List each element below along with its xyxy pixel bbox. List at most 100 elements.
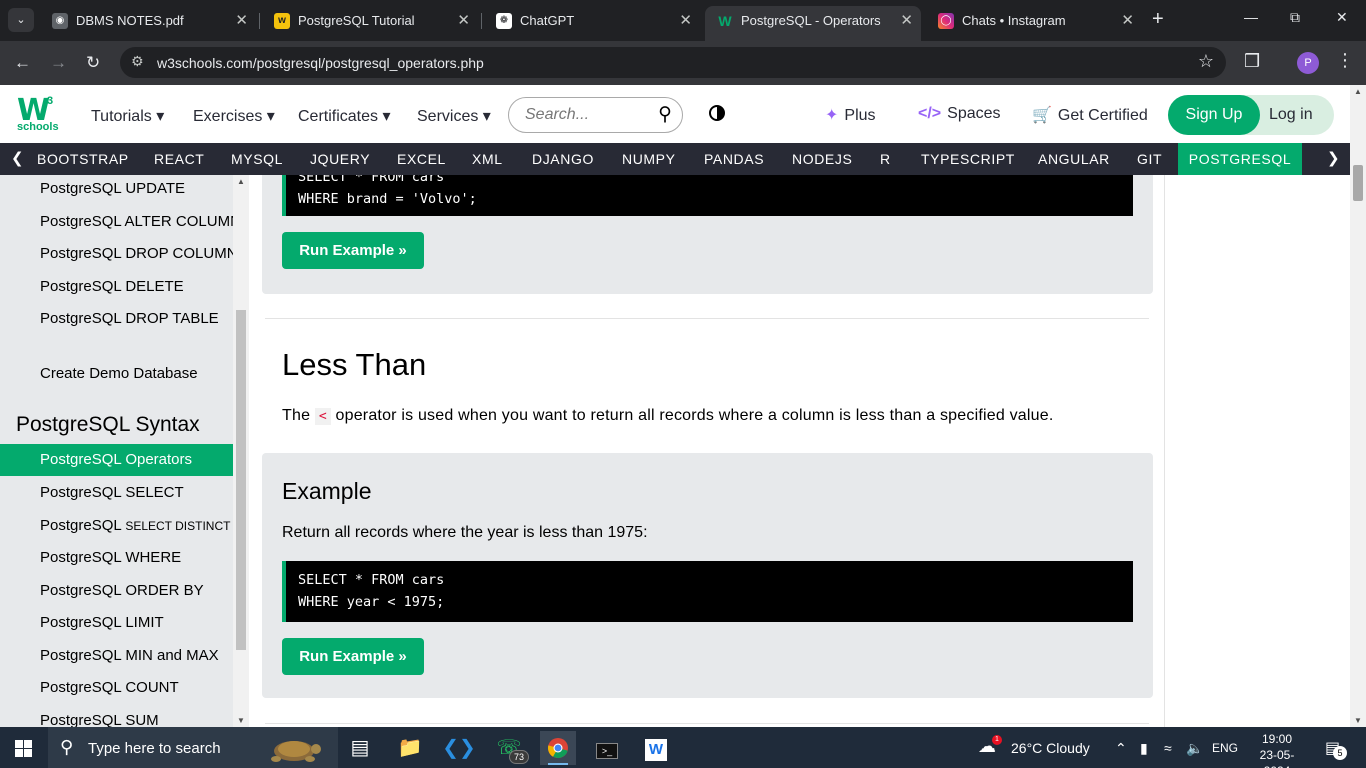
terminal-icon[interactable]: >_ — [589, 731, 625, 765]
sidebar-item-order-by[interactable]: PostgreSQL ORDER BY — [40, 582, 204, 599]
sidebar-item-update[interactable]: PostgreSQL UPDATE — [40, 180, 185, 197]
page-scrollbar[interactable]: ▲ ▼ — [1350, 85, 1366, 727]
sidebar-item-select[interactable]: PostgreSQL SELECT — [40, 484, 184, 501]
clock[interactable]: 19:00 23-05-2024 — [1247, 731, 1307, 768]
sidebar-item-min-max[interactable]: PostgreSQL MIN and MAX — [40, 647, 219, 664]
scroll-up-arrow-icon[interactable]: ▲ — [1354, 87, 1362, 96]
certificates-menu[interactable]: Certificates ▾ — [298, 106, 391, 126]
task-view-icon[interactable]: ▤ — [342, 731, 378, 765]
run-example-button[interactable]: Run Example » — [282, 638, 424, 675]
tab-instagram[interactable]: ◯ Chats • Instagram ✕ — [926, 6, 1142, 35]
sidebar-item-select-distinct[interactable]: PostgreSQL SELECT DISTINCT — [40, 517, 230, 534]
wifi-icon[interactable]: ≈ — [1164, 740, 1172, 756]
tutorials-menu[interactable]: Tutorials ▾ — [91, 106, 164, 126]
scroll-down-arrow-icon[interactable]: ▼ — [1354, 716, 1362, 725]
battery-icon[interactable]: ▮ — [1140, 740, 1148, 757]
log-in-button[interactable]: Log in — [1269, 95, 1313, 135]
exercises-menu[interactable]: Exercises ▾ — [193, 106, 275, 126]
subject-jquery[interactable]: JQUERY — [310, 143, 370, 175]
subject-angular[interactable]: ANGULAR — [1038, 143, 1110, 175]
search-input[interactable] — [525, 106, 645, 124]
more-menu-icon[interactable]: ⋮ — [1336, 50, 1354, 71]
plus-link[interactable]: ✦ Plus — [825, 105, 876, 125]
sidebar-item-limit[interactable]: PostgreSQL LIMIT — [40, 614, 164, 631]
notification-center-icon[interactable]: ▤ 5 — [1325, 738, 1347, 760]
tab-dbms-notes[interactable]: ◉ DBMS NOTES.pdf ✕ — [40, 6, 256, 35]
bookmark-star-icon[interactable]: ☆ — [1198, 51, 1214, 72]
windows-start-icon[interactable] — [15, 740, 32, 757]
weather-cloud-icon[interactable]: ☁ 1 — [978, 735, 1002, 757]
subject-postgresql[interactable]: POSTGRESQL — [1178, 143, 1302, 175]
tab-divider — [481, 13, 482, 29]
close-icon[interactable]: ✕ — [679, 6, 692, 35]
reload-icon[interactable]: ↻ — [86, 53, 100, 73]
subject-excel[interactable]: EXCEL — [397, 143, 446, 175]
forward-arrow-icon[interactable]: → — [50, 53, 67, 73]
close-icon[interactable]: ✕ — [235, 6, 248, 35]
sidebar-item-sum[interactable]: PostgreSQL SUM — [40, 712, 159, 727]
weather-text[interactable]: 26°C Cloudy — [1011, 740, 1090, 756]
site-info-icon[interactable]: ⚙ — [131, 53, 144, 70]
subject-bootstrap[interactable]: BOOTSTRAP — [37, 143, 129, 175]
language-indicator[interactable]: ENG — [1212, 741, 1238, 755]
tray-chevron-up-icon[interactable]: ⌃ — [1115, 740, 1127, 757]
services-menu[interactable]: Services ▾ — [417, 106, 491, 126]
chrome-icon[interactable] — [540, 731, 576, 765]
tab-chatgpt[interactable]: ❁ ChatGPT ✕ — [484, 6, 700, 35]
minimize-icon[interactable]: — — [1244, 9, 1258, 25]
spaces-link[interactable]: </> Spaces — [918, 105, 1001, 123]
subject-django[interactable]: DJANGO — [532, 143, 594, 175]
scroll-left-chevron-icon[interactable]: ❮ — [11, 143, 24, 175]
scroll-down-arrow-icon[interactable]: ▼ — [237, 716, 245, 725]
tab-postgresql-operators[interactable]: W PostgreSQL - Operators ✕ — [705, 6, 921, 41]
scroll-right-chevron-icon[interactable]: ❯ — [1327, 143, 1340, 175]
sidebar-item-drop-column[interactable]: PostgreSQL DROP COLUMN — [40, 245, 238, 262]
address-bar[interactable]: ⚙ w3schools.com/postgresql/postgresql_op… — [120, 47, 1226, 78]
back-arrow-icon[interactable]: ← — [14, 53, 31, 73]
run-example-button[interactable]: Run Example » — [282, 232, 424, 269]
whatsapp-icon[interactable]: ☏ 73 — [491, 731, 529, 765]
taskbar-search[interactable]: ⚲ Type here to search — [48, 727, 338, 768]
new-tab-plus-icon[interactable]: + — [1152, 8, 1164, 31]
subject-r[interactable]: R — [880, 143, 891, 175]
search-icon[interactable]: ⚲ — [658, 103, 672, 126]
volume-icon[interactable]: 🔈 — [1186, 740, 1203, 757]
page-scroll-thumb[interactable] — [1353, 165, 1363, 201]
scroll-up-arrow-icon[interactable]: ▲ — [237, 177, 245, 186]
theme-toggle-icon[interactable] — [709, 105, 725, 121]
sign-up-button[interactable]: Sign Up — [1168, 95, 1260, 135]
sidebar-item-where[interactable]: PostgreSQL WHERE — [40, 549, 181, 566]
close-icon[interactable]: ✕ — [1121, 6, 1134, 35]
url-text[interactable]: w3schools.com/postgresql/postgresql_oper… — [157, 55, 484, 71]
restore-icon[interactable]: ⧉ — [1290, 9, 1300, 26]
sidebar-item-alter-column[interactable]: PostgreSQL ALTER COLUMN — [40, 213, 241, 230]
subject-typescript[interactable]: TYPESCRIPT — [921, 143, 1015, 175]
sidebar-item-drop-table[interactable]: PostgreSQL DROP TABLE — [40, 310, 219, 327]
tab-search-dropdown-icon[interactable]: ⌄ — [8, 8, 34, 32]
subject-react[interactable]: REACT — [154, 143, 204, 175]
sidebar-item-delete[interactable]: PostgreSQL DELETE — [40, 278, 184, 295]
sidebar-item-demo-database[interactable]: Create Demo Database — [40, 365, 198, 382]
window-close-icon[interactable]: ✕ — [1336, 9, 1348, 26]
file-explorer-icon[interactable]: 📁 — [392, 731, 428, 765]
sidebar-scrollbar[interactable]: ▲ ▼ — [233, 175, 249, 727]
subject-xml[interactable]: XML — [472, 143, 503, 175]
close-icon[interactable]: ✕ — [457, 6, 470, 35]
w-app-icon[interactable]: W — [638, 731, 674, 765]
profile-avatar[interactable]: P — [1297, 52, 1319, 74]
extensions-puzzle-icon[interactable]: ❒ — [1244, 51, 1260, 72]
sidebar-scroll-thumb[interactable] — [236, 310, 246, 650]
vscode-icon[interactable]: ❮❯ — [441, 731, 477, 765]
subject-git[interactable]: GIT — [1137, 143, 1162, 175]
sidebar-item-operators[interactable]: PostgreSQL Operators — [0, 444, 233, 476]
sidebar-item-count[interactable]: PostgreSQL COUNT — [40, 679, 179, 696]
subject-pandas[interactable]: PANDAS — [704, 143, 764, 175]
get-certified-link[interactable]: 🛒 Get Certified — [1032, 105, 1148, 125]
close-icon[interactable]: ✕ — [900, 6, 913, 35]
tab-postgresql-tutorial[interactable]: w PostgreSQL Tutorial ✕ — [262, 6, 478, 35]
subject-numpy[interactable]: NUMPY — [622, 143, 676, 175]
search-box[interactable]: ⚲ — [508, 97, 683, 133]
subject-nodejs[interactable]: NODEJS — [792, 143, 852, 175]
subject-mysql[interactable]: MYSQL — [231, 143, 283, 175]
w3schools-logo[interactable]: W 3 schools — [17, 93, 59, 133]
